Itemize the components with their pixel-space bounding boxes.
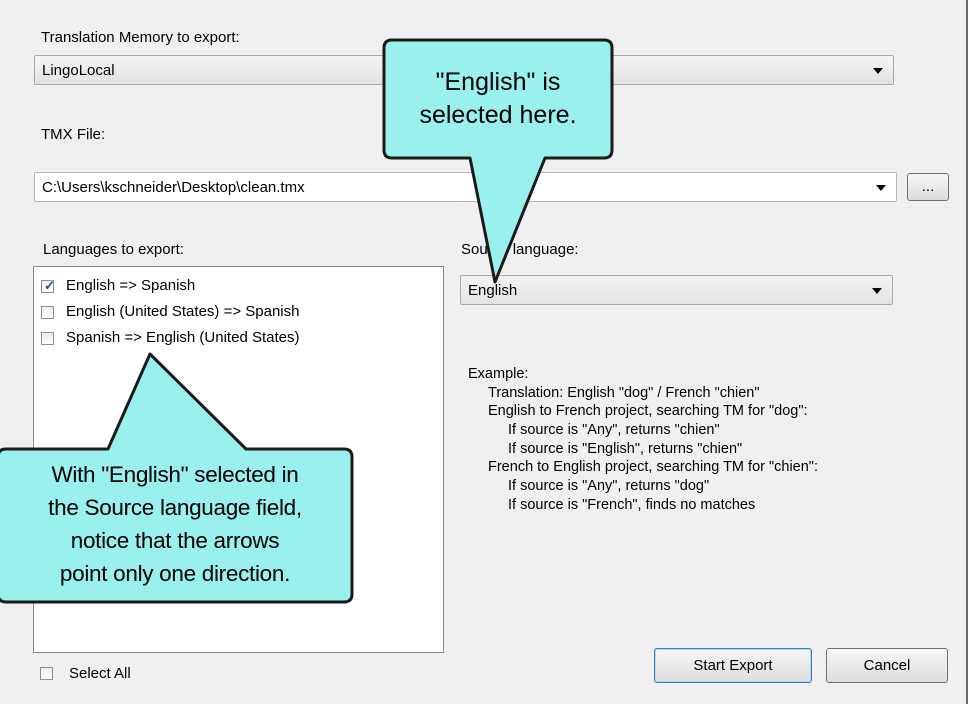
callout-top-text: "English" is selected here.	[419, 68, 577, 129]
callout-bottom-text: With "English" selected in the Source la…	[48, 462, 302, 586]
